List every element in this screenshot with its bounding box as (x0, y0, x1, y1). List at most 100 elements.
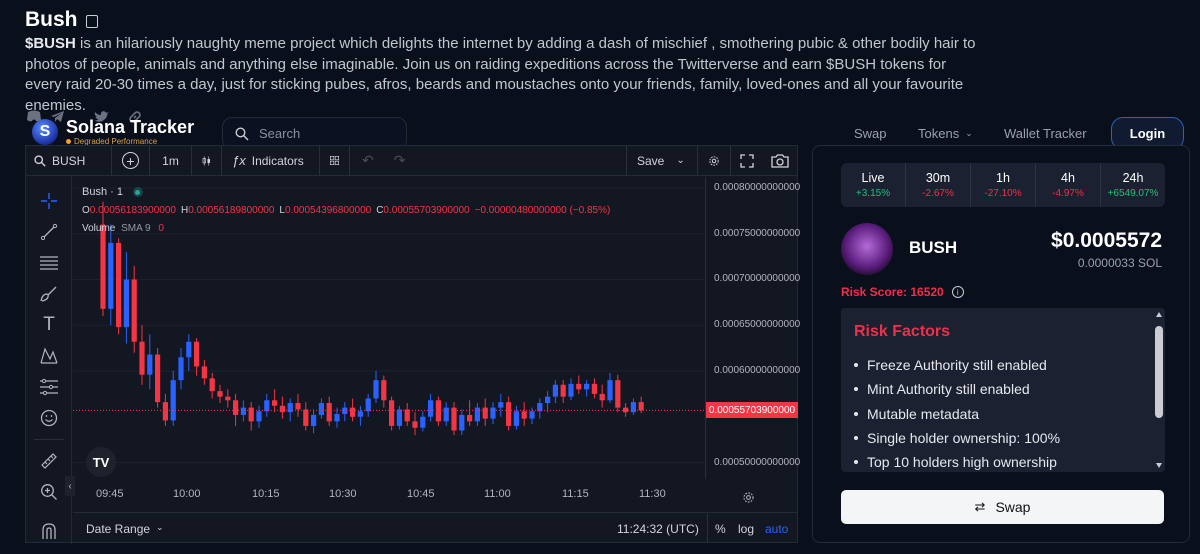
timeframe-1[interactable]: 30m -2.67% (906, 163, 971, 207)
scroll-up-icon[interactable] (1156, 312, 1162, 317)
swap-button[interactable]: ⇄ Swap (841, 490, 1164, 524)
scroll-down-icon[interactable] (1156, 463, 1162, 468)
candle (420, 416, 426, 428)
candle (326, 403, 332, 422)
copy-icon[interactable] (85, 14, 98, 28)
candle (334, 414, 340, 422)
date-range-label: Date Range (86, 522, 151, 536)
risk-factor-text: Top 10 holders high ownership (867, 454, 1057, 471)
compare-button[interactable]: + (112, 146, 150, 175)
token-price-sol: 0.0000033 SOL (1077, 256, 1162, 270)
candle (225, 396, 231, 401)
timeframe-label: Live (861, 171, 885, 185)
low-value: 0.00054396800000 (284, 205, 372, 216)
utc-clock[interactable]: 11:24:32 (UTC) (617, 522, 699, 536)
brush-icon[interactable] (38, 283, 60, 305)
token-panel: Live +3.15% 30m -2.67% 1h -27.10% 4h -4.97% 24h +… (812, 145, 1190, 543)
info-icon[interactable]: i (951, 286, 964, 298)
fx-icon: ƒx (232, 153, 246, 168)
prediction-icon[interactable] (38, 376, 60, 398)
gear-icon (709, 155, 719, 166)
candle (615, 380, 621, 408)
timeframe-0[interactable]: Live +3.15% (841, 163, 906, 207)
close-value: 0.00055703900000 (383, 205, 470, 216)
settings-button[interactable] (698, 146, 731, 175)
timeframe-label: 1h (996, 171, 1010, 185)
candle (529, 411, 535, 419)
risk-factors-list: Freeze Authority still enabled Mint Autho… (854, 353, 1060, 472)
date-range-button[interactable]: Date Range ⌄ (86, 522, 164, 536)
price-axis[interactable]: 0.00080000000000 0.00075000000000 0.000700… (705, 177, 801, 479)
scroll-thumb[interactable] (1155, 326, 1163, 418)
nav-wallet-tracker[interactable]: Wallet Tracker (1004, 126, 1087, 141)
token-avatar (841, 223, 893, 275)
fib-icon[interactable] (38, 252, 60, 274)
site-logo[interactable]: S Solana Tracker Degraded Performance (32, 118, 194, 146)
project-ticker: $BUSH (25, 35, 76, 52)
candle (498, 402, 504, 408)
text-tool-icon[interactable]: T (38, 314, 60, 336)
candle (256, 411, 262, 422)
price-tick-label: 0.00065000000000 (714, 319, 801, 331)
nav-tokens[interactable]: Tokens ⌄ (918, 126, 973, 141)
time-tick-label: 09:45 (96, 488, 124, 500)
candle (194, 341, 200, 367)
undo-icon[interactable]: ↶ (362, 152, 374, 169)
redo-icon[interactable]: ↷ (394, 152, 406, 169)
trendline-icon[interactable] (38, 221, 60, 243)
crosshair-icon[interactable] (38, 190, 60, 212)
fullscreen-icon (740, 153, 754, 168)
risk-factor-item: Freeze Authority still enabled (854, 353, 1060, 377)
symbol-search[interactable]: BUSH (26, 146, 112, 175)
search-icon (235, 126, 249, 140)
risk-factors-box: Risk Factors Freeze Authority still enab… (841, 308, 1165, 472)
candle (599, 393, 605, 401)
time-axis[interactable]: 09:45 10:00 10:15 10:30 10:45 11:00 11:15 11:30 (73, 484, 705, 508)
emoji-icon[interactable] (38, 407, 60, 429)
time-tick-label: 11:15 (562, 488, 589, 500)
candle (240, 407, 246, 415)
volume-label: Volume (82, 223, 116, 234)
candle (303, 409, 309, 426)
auto-toggle[interactable]: auto (765, 522, 788, 536)
timeframe-3[interactable]: 4h -4.97% (1036, 163, 1101, 207)
zoom-in-icon[interactable] (38, 481, 60, 503)
chart-panel: BUSH + 1m ƒx Indicators ↶ ↷ Save ⌄ T ‹ 0… (25, 145, 801, 544)
timeframe-4[interactable]: 24h +6549.07% (1101, 163, 1165, 207)
tradingview-logo-icon[interactable]: TV (86, 447, 116, 477)
candle (155, 354, 161, 403)
time-tick-label: 11:30 (639, 488, 666, 500)
candle (568, 383, 574, 397)
save-button[interactable]: Save ⌄ (626, 146, 698, 175)
screenshot-button[interactable] (763, 153, 797, 168)
magnet-icon[interactable] (38, 520, 60, 542)
risk-scrollbar[interactable] (1155, 312, 1163, 468)
log-toggle[interactable]: log (738, 522, 754, 536)
gear-icon (743, 492, 754, 503)
risk-factor-item: Mutable metadata (854, 402, 1060, 426)
pattern-icon[interactable] (38, 345, 60, 367)
chart-type-button[interactable] (192, 146, 222, 175)
candle (560, 384, 566, 397)
chevron-left-icon: ‹ (68, 480, 72, 492)
brand-name: Solana Tracker (66, 117, 195, 137)
indicators-button[interactable]: ƒx Indicators (222, 146, 320, 175)
risk-factor-item: Mint Authority still enabled (854, 377, 1060, 401)
price-tick-label: 0.00075000000000 (714, 227, 801, 239)
nav-swap[interactable]: Swap (854, 126, 887, 141)
timeframe-2[interactable]: 1h -27.10% (971, 163, 1036, 207)
candlestick-plot[interactable] (73, 177, 705, 479)
percent-toggle[interactable]: % (715, 522, 726, 536)
interval-button[interactable]: 1m (150, 146, 192, 175)
fullscreen-button[interactable] (731, 153, 763, 168)
candle (576, 383, 582, 390)
layouts-button[interactable] (320, 146, 350, 175)
project-description-text: is an hilariously naughty meme project w… (25, 35, 976, 114)
axis-settings-button[interactable] (742, 491, 755, 509)
ruler-icon[interactable] (38, 450, 60, 472)
save-label: Save (637, 153, 665, 168)
project-description: $BUSH is an hilariously naughty meme pro… (25, 34, 985, 116)
indicators-label: Indicators (251, 153, 304, 168)
volume-sma: SMA 9 (121, 223, 151, 234)
candle (584, 383, 590, 390)
